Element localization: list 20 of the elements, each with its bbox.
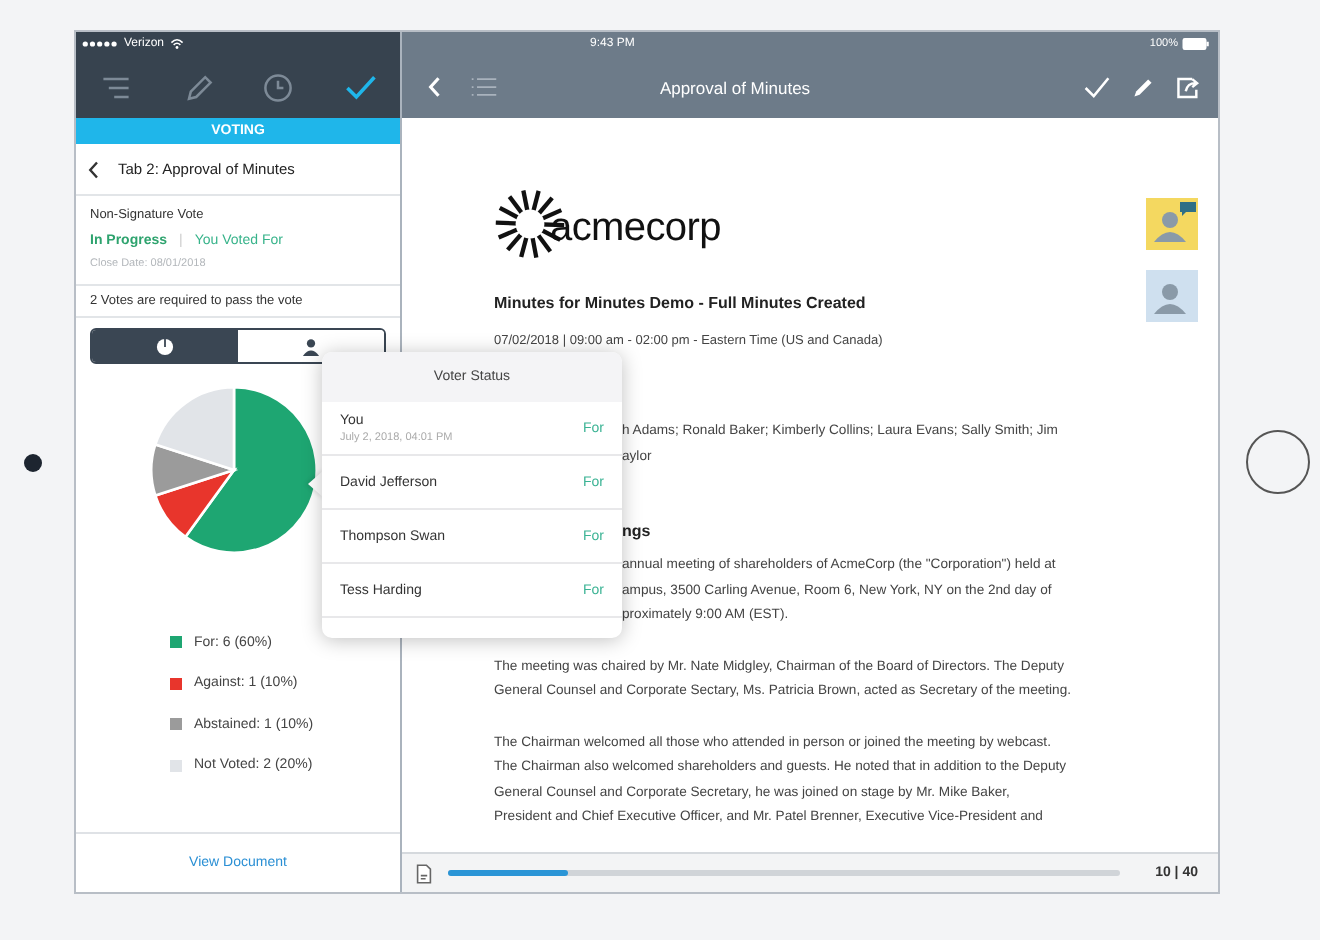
chart-tab[interactable] bbox=[92, 330, 238, 362]
share-icon[interactable] bbox=[1176, 75, 1202, 99]
signal-icon bbox=[82, 40, 118, 48]
check-icon[interactable] bbox=[1084, 75, 1110, 99]
person-icon bbox=[302, 337, 320, 355]
section-heading: ngs bbox=[622, 522, 653, 540]
wifi-icon bbox=[170, 38, 185, 50]
minutes-heading: Minutes for Minutes Demo - Full Minutes Created bbox=[494, 294, 868, 312]
segmented-control[interactable] bbox=[90, 328, 386, 364]
pie-chart-icon bbox=[156, 337, 174, 355]
back-icon[interactable] bbox=[88, 159, 100, 179]
battery-icon bbox=[1182, 38, 1210, 50]
camera-icon bbox=[24, 453, 42, 471]
pencil-icon[interactable] bbox=[1130, 75, 1156, 99]
company-logo-text: acmecorp bbox=[550, 205, 721, 251]
document-title: Approval of Minutes bbox=[657, 77, 813, 97]
page-icon[interactable] bbox=[416, 863, 432, 883]
comment-avatar-icon[interactable] bbox=[1146, 198, 1198, 250]
home-button[interactable] bbox=[1246, 430, 1310, 494]
page-slider[interactable] bbox=[448, 870, 1120, 876]
